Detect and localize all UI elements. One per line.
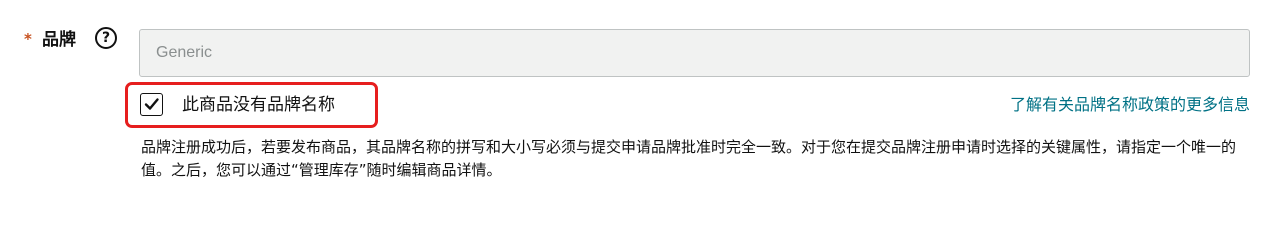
brand-name-input[interactable]	[139, 29, 1250, 77]
brand-help-text: 品牌注册成功后，若要发布商品，其品牌名称的拼写和大小写必须与提交申请品牌批准时完…	[141, 138, 1237, 179]
required-marker: *	[24, 30, 32, 48]
no-brand-checkbox-label[interactable]: 此商品没有品牌名称	[182, 93, 335, 117]
brand-field-label: 品牌	[42, 30, 76, 50]
brand-policy-link[interactable]: 了解有关品牌名称政策的更多信息	[1010, 93, 1250, 117]
checkmark-icon	[144, 98, 159, 110]
brand-form-section: * 品牌 ? 此商品没有品牌名称 了解有关品牌名称政策的更多信息 品牌注册成功后…	[0, 0, 1280, 213]
no-brand-checkbox[interactable]	[140, 93, 163, 116]
question-circle-icon[interactable]: ?	[95, 27, 117, 49]
